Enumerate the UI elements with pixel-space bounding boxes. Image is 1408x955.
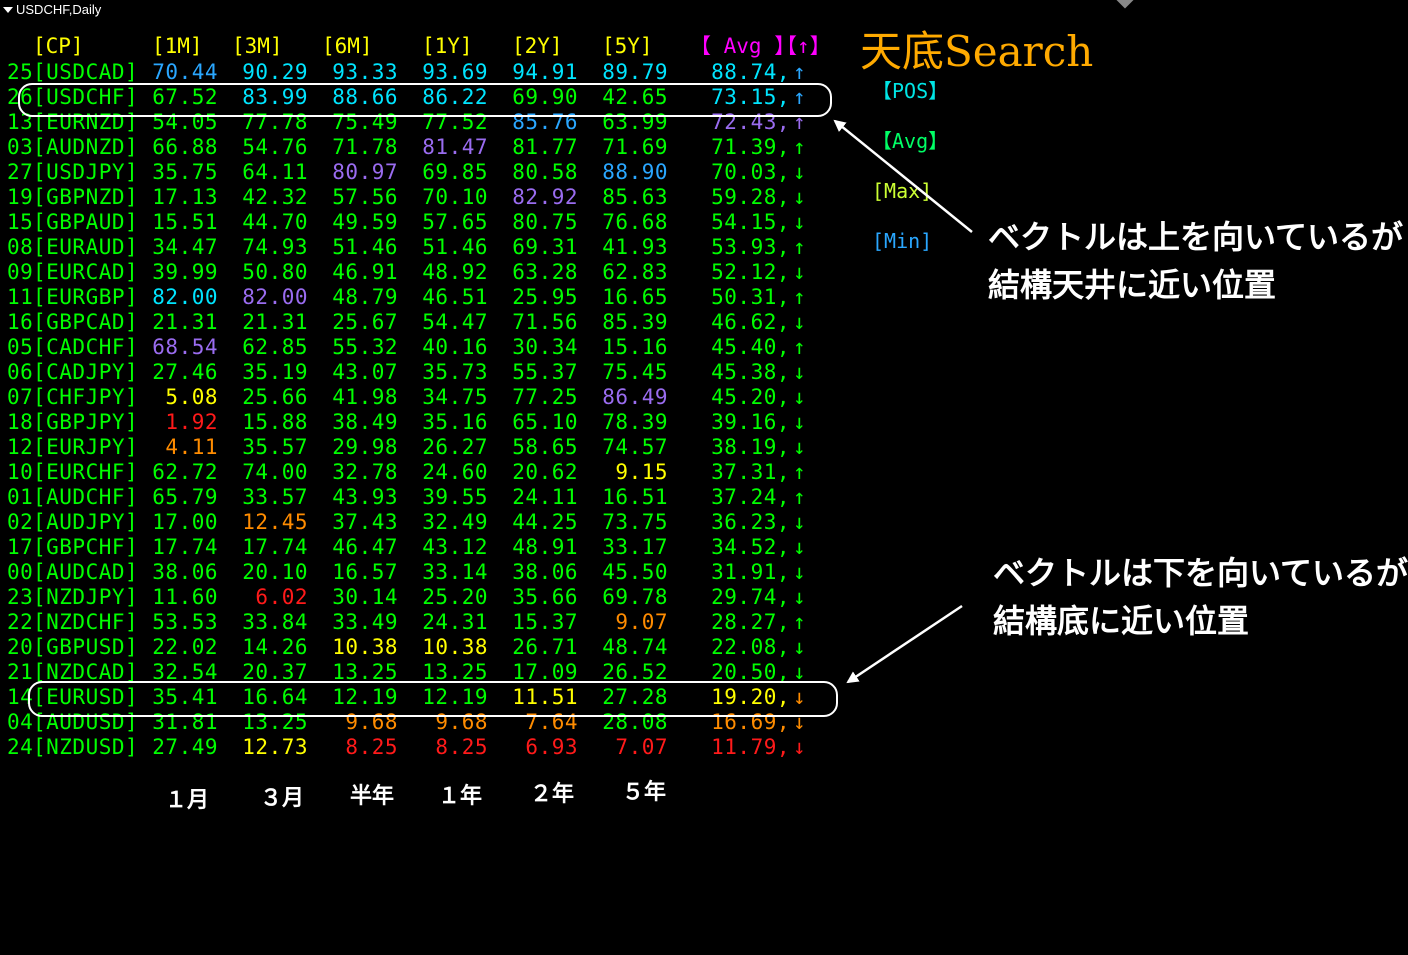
annotation-top-line1: ベクトルは上を向いているが	[988, 218, 1404, 256]
arrow-to-eurusd	[846, 604, 963, 684]
annotation-top: ベクトルは上を向いているが 結構天井に近い位置	[988, 213, 1403, 309]
arrow-to-usdchf	[833, 119, 973, 233]
annotation-bottom-line2: 結構底に近い位置	[993, 602, 1250, 640]
annotation-top-line2: 結構天井に近い位置	[988, 266, 1277, 304]
annotation-bottom-line1: ベクトルは下を向いているが	[993, 554, 1408, 592]
annotation-arrows	[833, 119, 973, 684]
annotation-bottom: ベクトルは下を向いているが 結構底に近い位置	[993, 549, 1408, 645]
